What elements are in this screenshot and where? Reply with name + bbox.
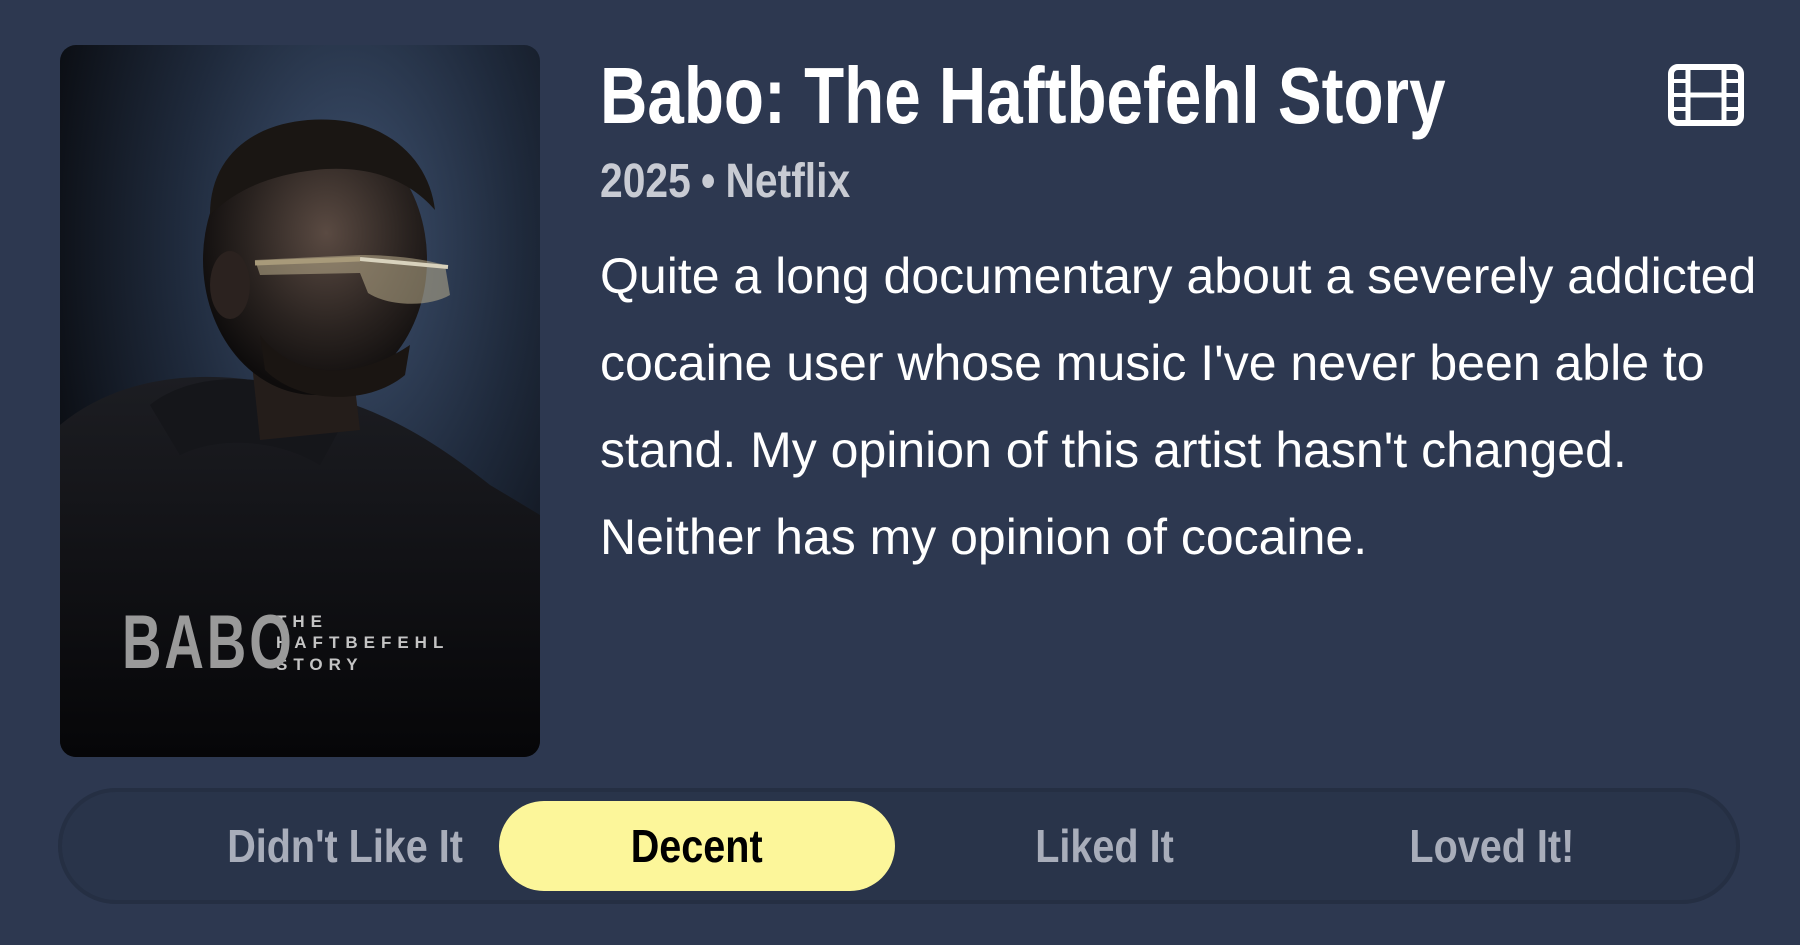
- streaming-service: Netflix: [725, 155, 851, 208]
- rating-option-didnt-like-it[interactable]: Didn't Like It: [147, 801, 543, 891]
- film-icon: [1668, 64, 1744, 126]
- poster-subtitle: THE HAFTBEFEHL STORY: [276, 612, 449, 675]
- rating-option-decent[interactable]: Decent: [499, 801, 895, 891]
- meta-separator: •: [700, 155, 716, 208]
- poster-title-logo: BABO THE HAFTBEFEHL STORY: [122, 605, 449, 681]
- poster-subtitle-line-3: STORY: [276, 654, 364, 674]
- rating-option-label: Liked It: [1035, 820, 1175, 872]
- rating-option-liked-it[interactable]: Liked It: [907, 801, 1303, 891]
- rating-option-label: Loved It!: [1409, 820, 1575, 872]
- poster-subtitle-line-2: HAFTBEFEHL: [276, 633, 450, 653]
- movie-meta: 2025 • Netflix: [600, 152, 850, 212]
- review-text: Quite a long documentary about a severel…: [600, 248, 1757, 565]
- release-year: 2025: [600, 155, 691, 208]
- poster-subtitle-line-1: THE: [276, 611, 328, 631]
- poster-title-main: BABO: [122, 600, 295, 685]
- rating-option-label: Didn't Like It: [227, 820, 463, 872]
- rating-option-loved-it[interactable]: Loved It!: [1294, 801, 1690, 891]
- movie-poster[interactable]: BABO THE HAFTBEFEHL STORY: [60, 45, 540, 757]
- movie-title: Babo: The Haftbefehl Story: [600, 51, 1446, 140]
- rating-option-label: Decent: [631, 820, 763, 872]
- rating-selector: Didn't Like It Decent Liked It Loved It!: [58, 788, 1740, 904]
